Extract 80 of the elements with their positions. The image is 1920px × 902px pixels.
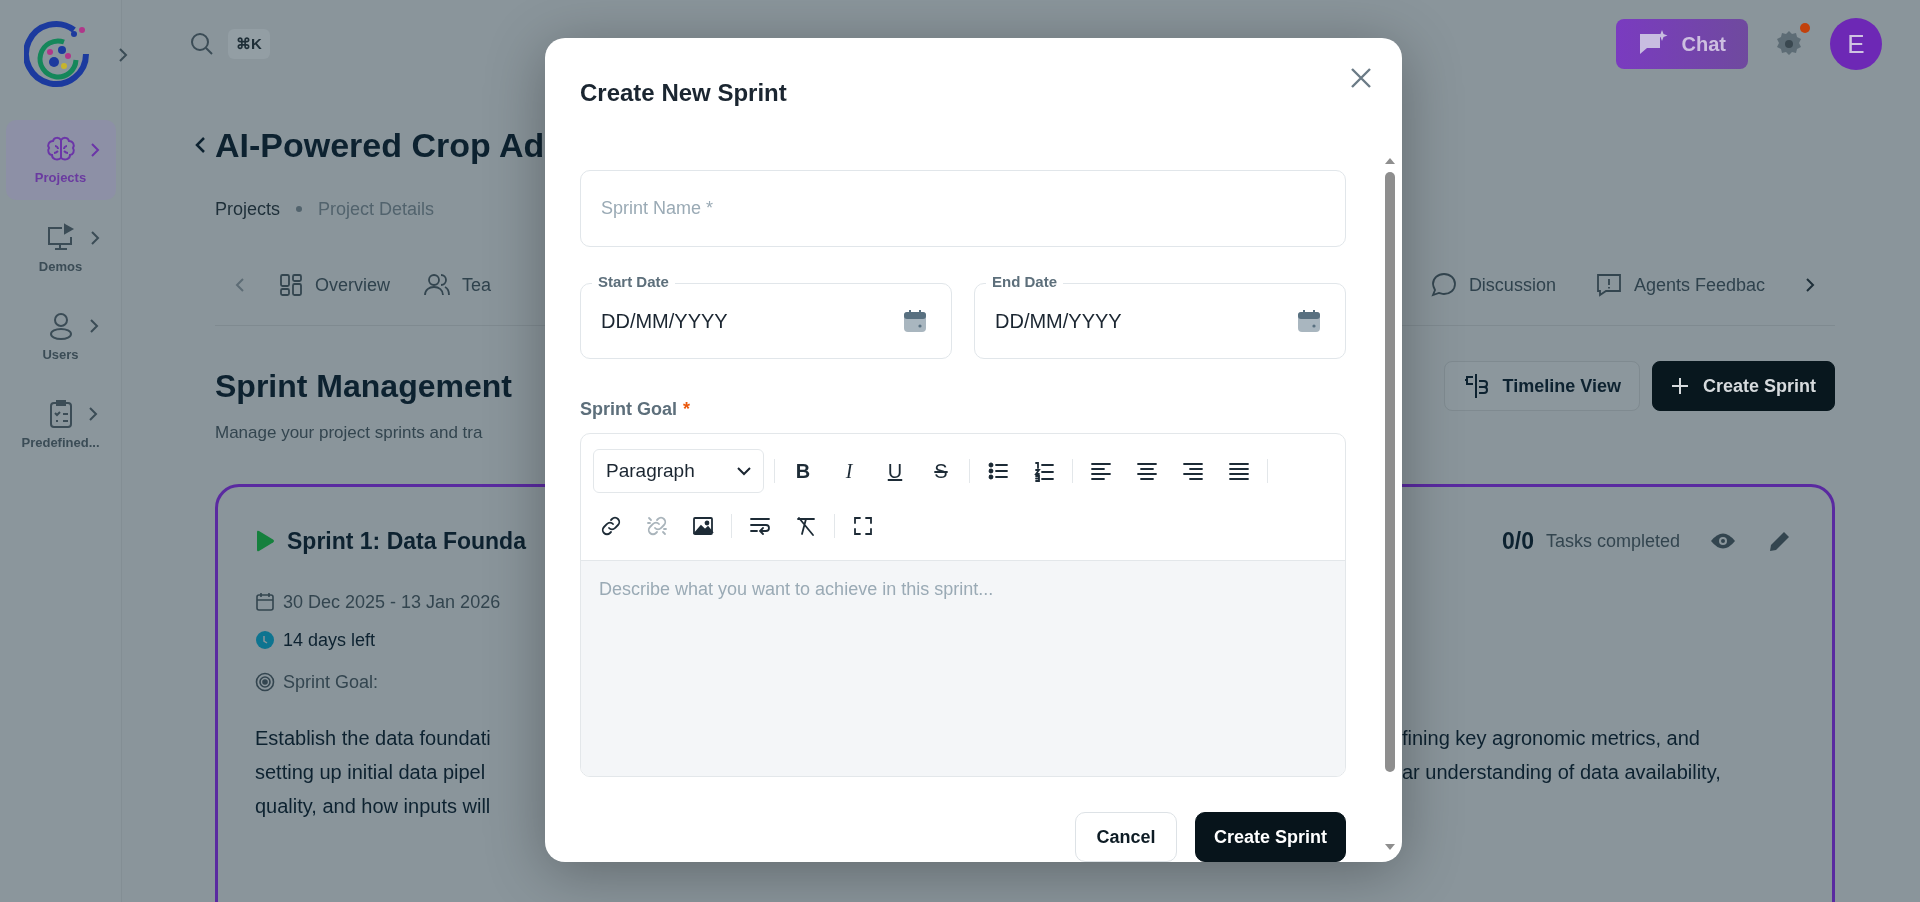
scrollbar[interactable] — [1384, 158, 1396, 850]
tab[interactable]: Overview — [279, 273, 390, 297]
chevron-right-icon — [1805, 277, 1815, 293]
chevron-right-icon — [89, 229, 100, 246]
people-icon — [424, 273, 450, 297]
underline-button[interactable]: U — [877, 449, 913, 493]
chevron-right-icon — [87, 405, 98, 422]
goal-text: fining key agronomic metrics, and — [1402, 726, 1701, 751]
clear-format-icon — [795, 515, 817, 537]
project-title: AI-Powered Crop Ad — [215, 125, 545, 165]
calendar-icon[interactable] — [1296, 308, 1322, 334]
sprint-goal-field[interactable]: Describe what you want to achieve in this sprint... — [581, 560, 1345, 776]
numbers-icon — [1033, 460, 1055, 482]
calendar-icon[interactable] — [902, 308, 928, 334]
sprint-name-field[interactable]: Sprint Name * — [580, 170, 1346, 247]
timeline-icon — [1462, 373, 1489, 399]
monitor-play-icon — [45, 222, 76, 253]
goal-text: ar understanding of data availability, — [1402, 760, 1722, 785]
days-left: 14 days left — [283, 629, 376, 652]
justify-icon — [1228, 460, 1250, 482]
sprint-dates: 30 Dec 2025 - 13 Jan 2026 — [283, 591, 501, 614]
timeline-view-button[interactable]: Timeline View — [1443, 361, 1640, 411]
logo-drawing — [23, 20, 92, 90]
shortcut-hint: ⌘K — [228, 29, 270, 59]
goal-text: quality, and how inputs will — [255, 794, 492, 819]
block-format-select[interactable]: Paragraph — [593, 449, 764, 493]
back-icon[interactable] — [193, 135, 207, 155]
tab[interactable]: Tea — [424, 273, 492, 297]
align-center-icon — [1136, 460, 1158, 482]
speech-bubble-icon — [1430, 272, 1457, 298]
tasks-label: Tasks completed — [1545, 530, 1680, 552]
message-alert-icon — [1595, 273, 1622, 297]
dialog-title: Create New Sprint — [580, 79, 787, 107]
image-icon — [692, 515, 714, 537]
align-left-icon — [1090, 460, 1112, 482]
cancel-button[interactable]: Cancel — [1074, 812, 1177, 862]
chat-button[interactable]: Chat — [1615, 19, 1748, 69]
required-mark: * — [683, 399, 691, 420]
sidebar-item[interactable]: Users — [5, 296, 116, 376]
create-sprint-button[interactable]: Create Sprint — [1651, 361, 1835, 411]
close-icon[interactable] — [1350, 67, 1372, 89]
tab[interactable]: Discussion — [1430, 272, 1556, 298]
unlink-icon — [646, 515, 668, 537]
create-sprint-button[interactable]: Create Sprint — [1194, 812, 1346, 862]
fullscreen-icon — [852, 515, 874, 537]
clock-icon — [255, 630, 275, 650]
sprint-title: Sprint 1: Data Founda — [287, 527, 526, 555]
tasks-count: 0/0 — [1501, 527, 1534, 555]
chevron-right-icon — [117, 47, 128, 63]
user-avatar[interactable]: E — [1830, 18, 1882, 70]
field-label: Sprint Goal — [580, 399, 677, 420]
italic-button[interactable]: I — [831, 449, 867, 493]
sidebar-item[interactable]: Predefined... — [5, 384, 116, 464]
sidebar-item[interactable]: Demos — [5, 208, 116, 288]
breadcrumb-link[interactable]: Projects — [215, 198, 281, 220]
clipboard-icon — [47, 398, 74, 429]
sidebar-item[interactable]: Projects — [5, 120, 116, 200]
tab[interactable]: Agents Feedbac — [1595, 273, 1765, 297]
chevron-right-icon — [88, 317, 99, 334]
goal-text: setting up initial data pipel — [255, 760, 487, 785]
bullets-icon — [987, 460, 1009, 482]
caret-icon — [737, 466, 751, 476]
calendar-icon — [255, 592, 275, 612]
search-icon[interactable] — [190, 32, 214, 56]
strike-button[interactable]: S — [923, 449, 959, 493]
pencil-icon[interactable] — [1768, 529, 1792, 553]
target-icon — [255, 672, 275, 692]
goal-text: Establish the data foundati — [255, 726, 492, 751]
section-title: Sprint Management — [215, 367, 512, 406]
chevron-right-icon — [89, 141, 100, 158]
goal-label: Sprint Goal: — [283, 671, 379, 694]
wrap-icon — [749, 515, 771, 537]
eye-icon[interactable] — [1710, 532, 1736, 550]
section-subtitle: Manage your project sprints and tra — [215, 422, 484, 444]
play-icon — [255, 530, 275, 552]
plus-icon — [1670, 377, 1689, 395]
align-right-icon — [1182, 460, 1204, 482]
grid-icon — [279, 273, 303, 297]
bold-button[interactable]: B — [785, 449, 821, 493]
link-icon — [600, 515, 622, 537]
